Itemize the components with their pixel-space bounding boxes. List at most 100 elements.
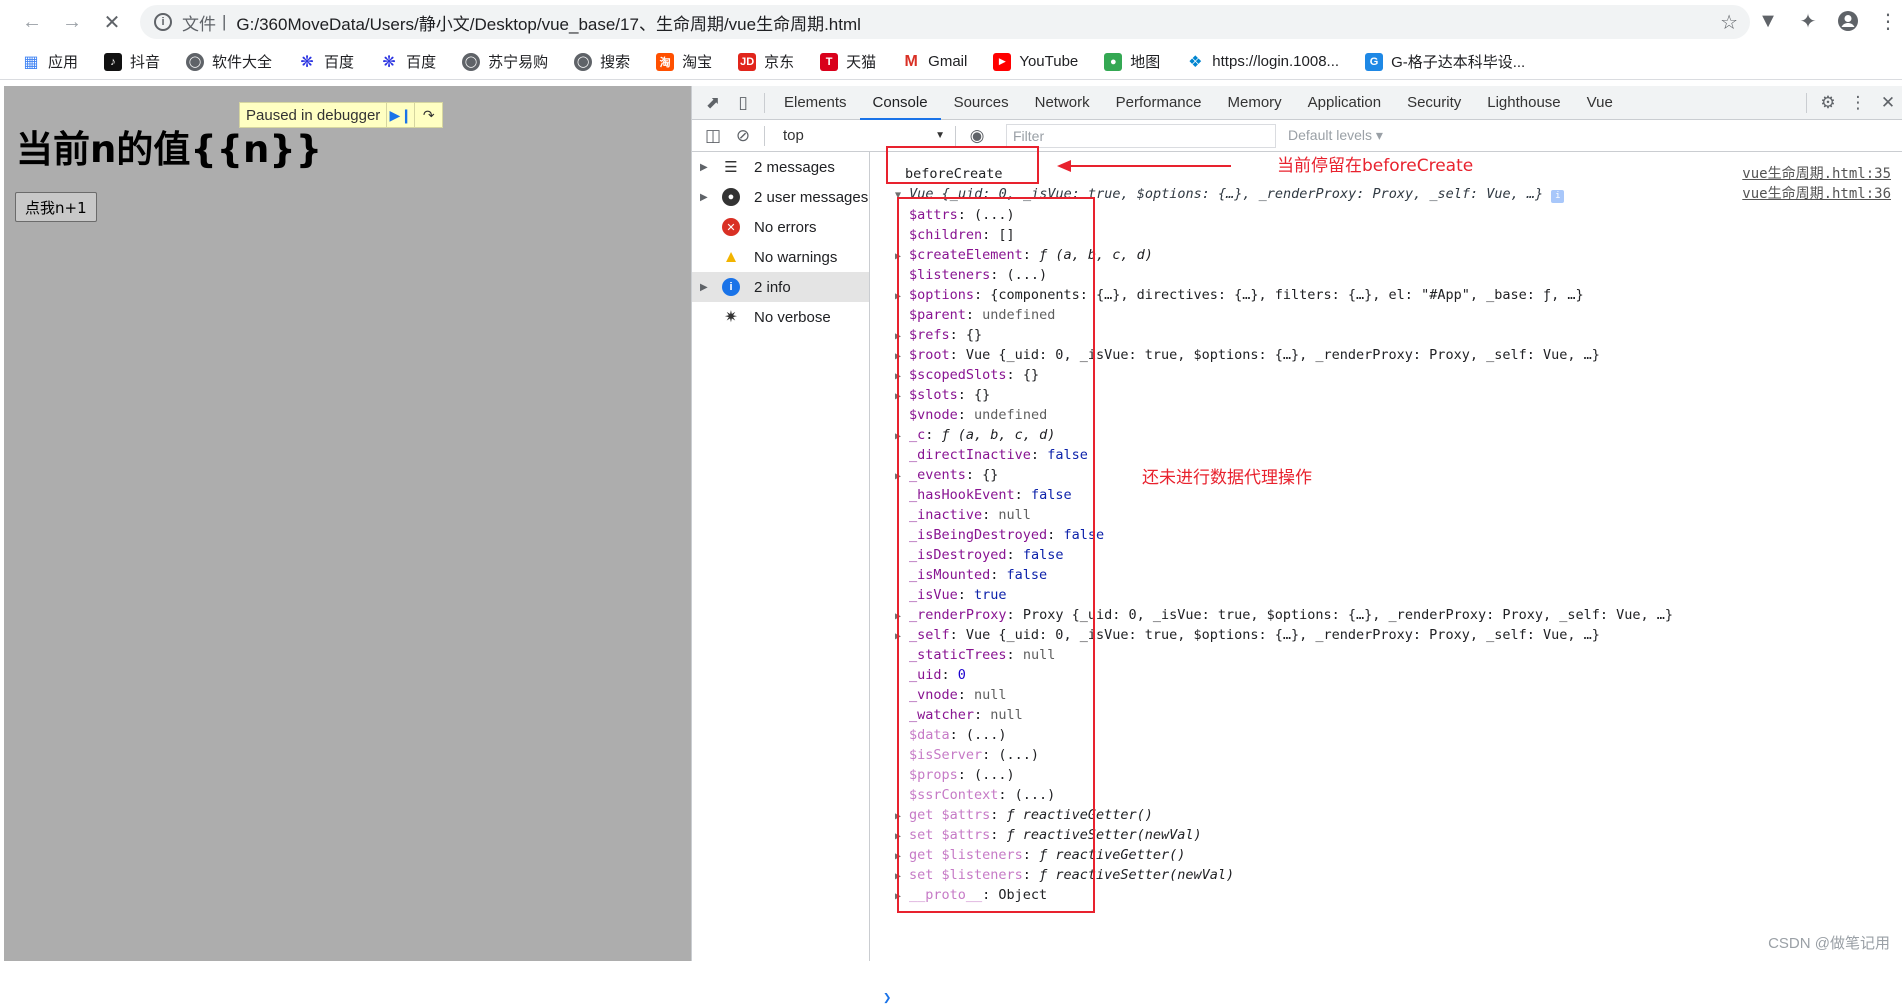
apps-grid-icon: ▦ <box>22 53 40 71</box>
bookmark-search[interactable]: ◯ 搜索 <box>574 51 630 72</box>
tab-vue[interactable]: Vue <box>1574 86 1626 120</box>
page-viewport: 当前n的值{{n}} 点我n+1 Paused in debugger ▶❙ ↷ <box>4 86 691 961</box>
vue-devtools-extension-icon[interactable]: ▼ <box>1755 6 1781 36</box>
console-sidebar: ▶ ☰ 2 messages ▶ ● 2 user messages ✕ No … <box>692 152 870 961</box>
source-link[interactable]: vue生命周期.html:35 <box>1742 163 1891 185</box>
bookmark-apps[interactable]: ▦ 应用 <box>22 51 78 72</box>
sidebar-item-verbose[interactable]: ✷ No verbose <box>692 302 869 332</box>
sidebar-toggle-icon[interactable]: ◫ <box>698 119 728 153</box>
tab-sources[interactable]: Sources <box>941 86 1022 120</box>
jd-icon: JD <box>738 53 756 71</box>
log-levels-dropdown[interactable]: Default levels ▾ <box>1288 127 1383 144</box>
expand-triangle-icon[interactable]: ▶ <box>700 192 716 203</box>
profile-avatar-icon[interactable] <box>1835 6 1861 36</box>
tab-application[interactable]: Application <box>1295 86 1394 120</box>
resume-icon[interactable]: ▶❙ <box>386 103 414 127</box>
annotation-note-no-proxy: 还未进行数据代理操作 <box>1142 463 1312 488</box>
list-icon: ☰ <box>722 158 740 176</box>
annotation-box-before-create <box>886 146 1039 184</box>
settings-gear-icon[interactable]: ⚙ <box>1813 86 1843 120</box>
tab-console[interactable]: Console <box>860 86 941 120</box>
bookmark-maps[interactable]: ● 地图 <box>1104 51 1160 72</box>
bookmark-suning[interactable]: ◯ 苏宁易购 <box>462 51 548 72</box>
annotation-box-properties <box>897 197 1095 913</box>
youtube-icon: ▶ <box>993 53 1011 71</box>
info-icon[interactable]: i <box>154 13 172 31</box>
gezida-icon: G <box>1365 53 1383 71</box>
annotation-note-paused: 当前停留在beforeCreate <box>1277 151 1473 176</box>
sidebar-item-messages[interactable]: ▶ ☰ 2 messages <box>692 152 869 182</box>
stop-loading-icon[interactable]: ✕ <box>96 6 128 38</box>
maps-pin-icon: ● <box>1104 53 1122 71</box>
bookmark-star-icon[interactable]: ☆ <box>1720 10 1738 35</box>
context-selector[interactable]: top ▼ <box>779 124 949 148</box>
menu-kebab-icon[interactable]: ⋮ <box>1875 6 1901 36</box>
clear-console-icon[interactable]: ⊘ <box>728 119 758 153</box>
info-icon: i <box>722 278 740 296</box>
tab-elements[interactable]: Elements <box>771 86 860 120</box>
bookmark-youtube[interactable]: ▶ YouTube <box>993 53 1078 71</box>
info-badge-icon: i <box>1551 190 1564 203</box>
bookmark-baidu-2[interactable]: ❋ 百度 <box>380 51 436 72</box>
device-toolbar-icon[interactable]: ▯ <box>728 86 758 120</box>
globe-icon: ◯ <box>462 53 480 71</box>
baidu-paw-icon: ❋ <box>298 53 316 71</box>
increment-button[interactable]: 点我n+1 <box>15 192 97 222</box>
step-over-icon[interactable]: ↷ <box>414 103 442 127</box>
globe-icon: ◯ <box>186 53 204 71</box>
sidebar-item-info[interactable]: ▶ i 2 info <box>692 272 869 302</box>
user-icon: ● <box>722 188 740 206</box>
extensions-puzzle-icon[interactable]: ✦ <box>1795 6 1821 36</box>
property-value: Proxy {_uid: 0, _isVue: true, $options: … <box>1023 607 1673 623</box>
globe-icon: ◯ <box>574 53 592 71</box>
expand-triangle-icon[interactable]: ▶ <box>700 162 716 173</box>
back-arrow-icon[interactable]: ← <box>16 6 48 38</box>
watermark: CSDN @做笔记用 <box>1768 932 1890 953</box>
annotation-arrow <box>1055 156 1235 176</box>
browser-toolbar: ← → ✕ i 文件 | G:/360MoveData/Users/静小文/De… <box>0 0 1902 44</box>
tab-lighthouse[interactable]: Lighthouse <box>1474 86 1573 120</box>
paused-in-debugger-overlay: Paused in debugger ▶❙ ↷ <box>239 102 443 128</box>
url-text: G:/360MoveData/Users/静小文/Desktop/vue_bas… <box>236 10 861 35</box>
china-mobile-icon: ❖ <box>1186 53 1204 71</box>
source-link[interactable]: vue生命周期.html:36 <box>1742 183 1891 205</box>
inspect-element-icon[interactable]: ⬈ <box>698 86 728 120</box>
gmail-icon: M <box>902 53 920 71</box>
bookmark-taobao[interactable]: 淘 淘宝 <box>656 51 712 72</box>
expand-triangle-icon[interactable]: ▶ <box>700 282 716 293</box>
console-prompt-icon[interactable]: ❯ <box>883 990 891 1006</box>
close-devtools-icon[interactable]: ✕ <box>1873 86 1902 120</box>
bookmark-gmail[interactable]: M Gmail <box>902 53 967 71</box>
url-separator: | <box>222 12 226 32</box>
bookmark-software[interactable]: ◯ 软件大全 <box>186 51 272 72</box>
douyin-icon: ♪ <box>104 53 122 71</box>
tmall-icon: T <box>820 53 838 71</box>
tab-network[interactable]: Network <box>1022 86 1103 120</box>
devtools-tab-bar: ⬈ ▯ Elements Console Sources Network Per… <box>692 86 1902 120</box>
dropdown-arrow-icon: ▼ <box>935 130 945 141</box>
bookmark-douyin[interactable]: ♪ 抖音 <box>104 51 160 72</box>
bookmark-baidu-1[interactable]: ❋ 百度 <box>298 51 354 72</box>
sidebar-item-warnings[interactable]: ▲ No warnings <box>692 242 869 272</box>
filter-input[interactable]: Filter <box>1006 124 1276 148</box>
bookmarks-bar: ▦ 应用 ♪ 抖音 ◯ 软件大全 ❋ 百度 ❋ 百度 ◯ 苏宁易购 ◯ 搜索 淘… <box>0 44 1902 80</box>
bookmark-tmall[interactable]: T 天猫 <box>820 51 876 72</box>
devtools-panel: ⬈ ▯ Elements Console Sources Network Per… <box>691 86 1902 961</box>
baidu-paw-icon: ❋ <box>380 53 398 71</box>
sidebar-item-errors[interactable]: ✕ No errors <box>692 212 869 242</box>
error-icon: ✕ <box>722 218 740 236</box>
bookmark-gezida[interactable]: G G-格子达本科毕设... <box>1365 51 1525 72</box>
bookmark-jd[interactable]: JD 京东 <box>738 51 794 72</box>
tab-performance[interactable]: Performance <box>1103 86 1215 120</box>
console-toolbar: ◫ ⊘ top ▼ ◉ Filter Default levels ▾ <box>692 120 1902 152</box>
devtools-menu-icon[interactable]: ⋮ <box>1843 86 1873 120</box>
taobao-icon: 淘 <box>656 53 674 71</box>
warning-icon: ▲ <box>722 248 740 266</box>
tab-memory[interactable]: Memory <box>1215 86 1295 120</box>
sidebar-item-user-messages[interactable]: ▶ ● 2 user messages <box>692 182 869 212</box>
forward-arrow-icon[interactable]: → <box>56 6 88 38</box>
tab-security[interactable]: Security <box>1394 86 1474 120</box>
paused-label: Paused in debugger <box>240 107 386 124</box>
address-bar[interactable]: i 文件 | G:/360MoveData/Users/静小文/Desktop/… <box>140 5 1750 39</box>
bookmark-login-1008[interactable]: ❖ https://login.1008... <box>1186 53 1339 71</box>
